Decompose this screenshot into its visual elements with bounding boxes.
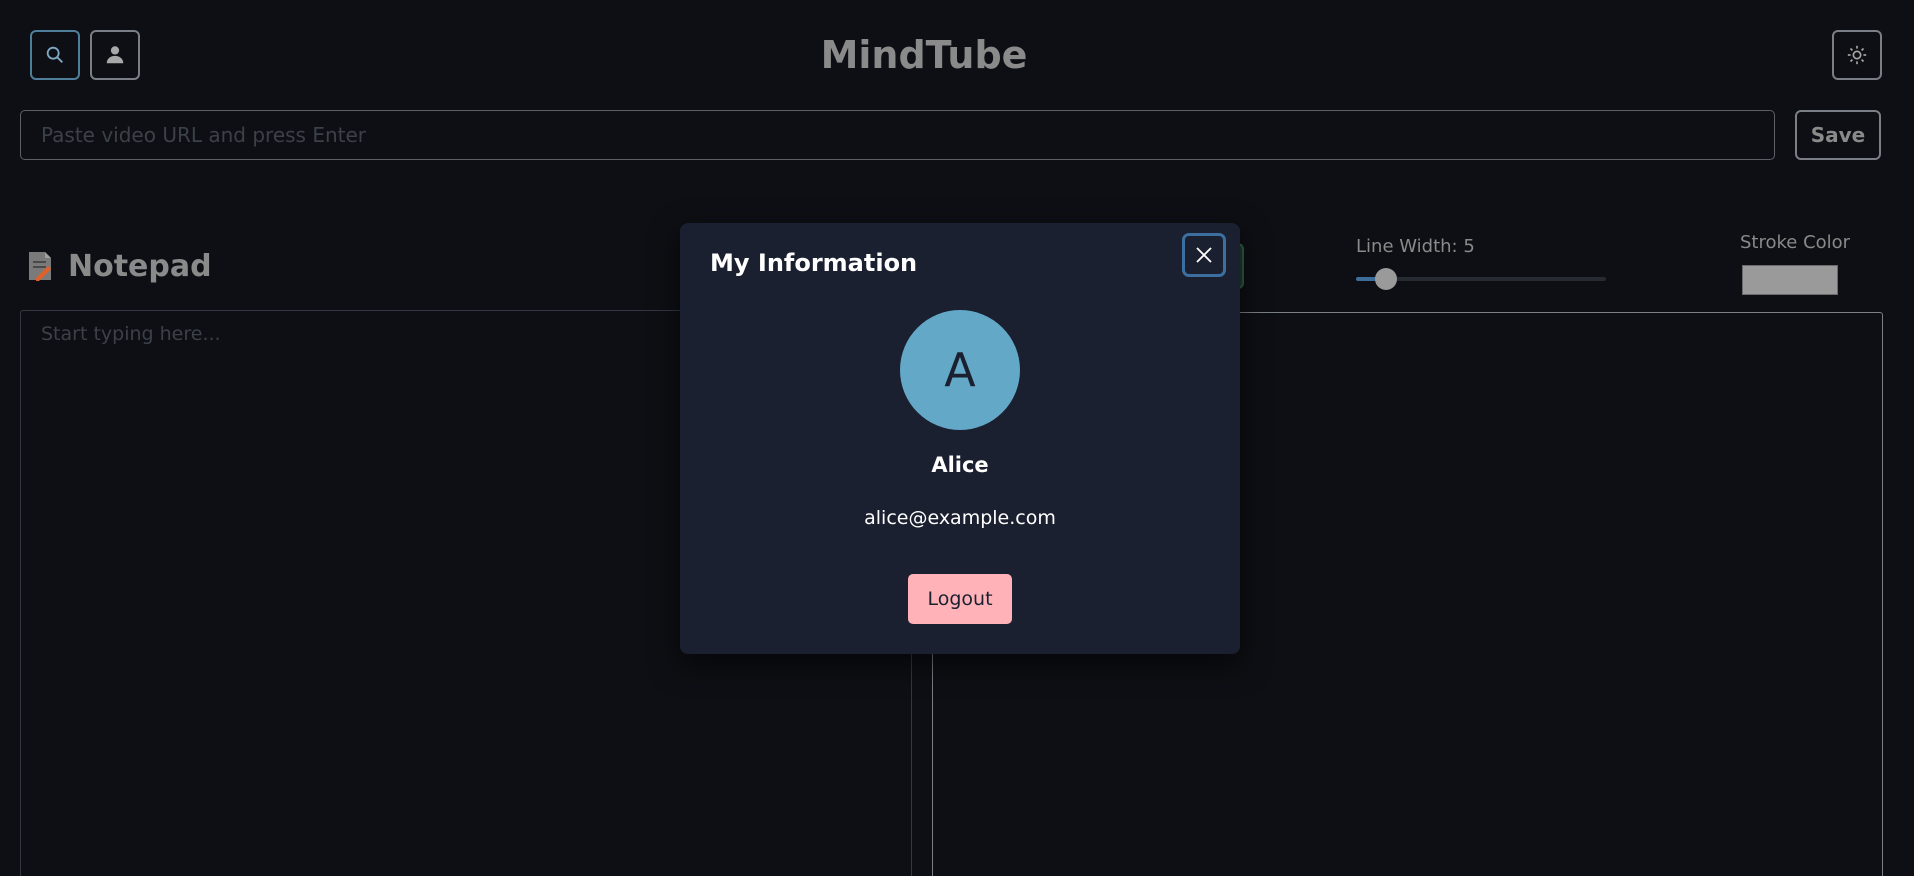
notepad-icon (29, 252, 51, 281)
close-icon (1196, 247, 1212, 263)
modal-title: My Information (710, 249, 918, 277)
line-width-slider-thumb[interactable] (1375, 268, 1397, 290)
line-width-label: Line Width: 5 (1356, 236, 1475, 257)
avatar: A (900, 310, 1020, 430)
theme-toggle-button[interactable] (1832, 30, 1882, 80)
sun-icon (1847, 45, 1867, 65)
user-name: Alice (931, 453, 989, 477)
save-button[interactable]: Save (1795, 110, 1881, 160)
user-info-modal: My Information A Alice alice@example.com… (680, 223, 1240, 654)
video-url-input[interactable] (20, 110, 1775, 160)
header: MindTube Save (0, 0, 1914, 160)
notepad-title: Notepad (68, 248, 212, 284)
logout-button[interactable]: Logout (908, 574, 1012, 624)
notepad-heading: Notepad (26, 246, 212, 286)
app-title: MindTube (820, 33, 1028, 77)
user-email: alice@example.com (864, 507, 1056, 529)
modal-close-button[interactable] (1182, 233, 1226, 277)
stroke-color-label: Stroke Color (1740, 232, 1851, 253)
stroke-color-picker[interactable] (1742, 265, 1838, 295)
app-page: MindTube Save Notepad (0, 0, 1914, 876)
